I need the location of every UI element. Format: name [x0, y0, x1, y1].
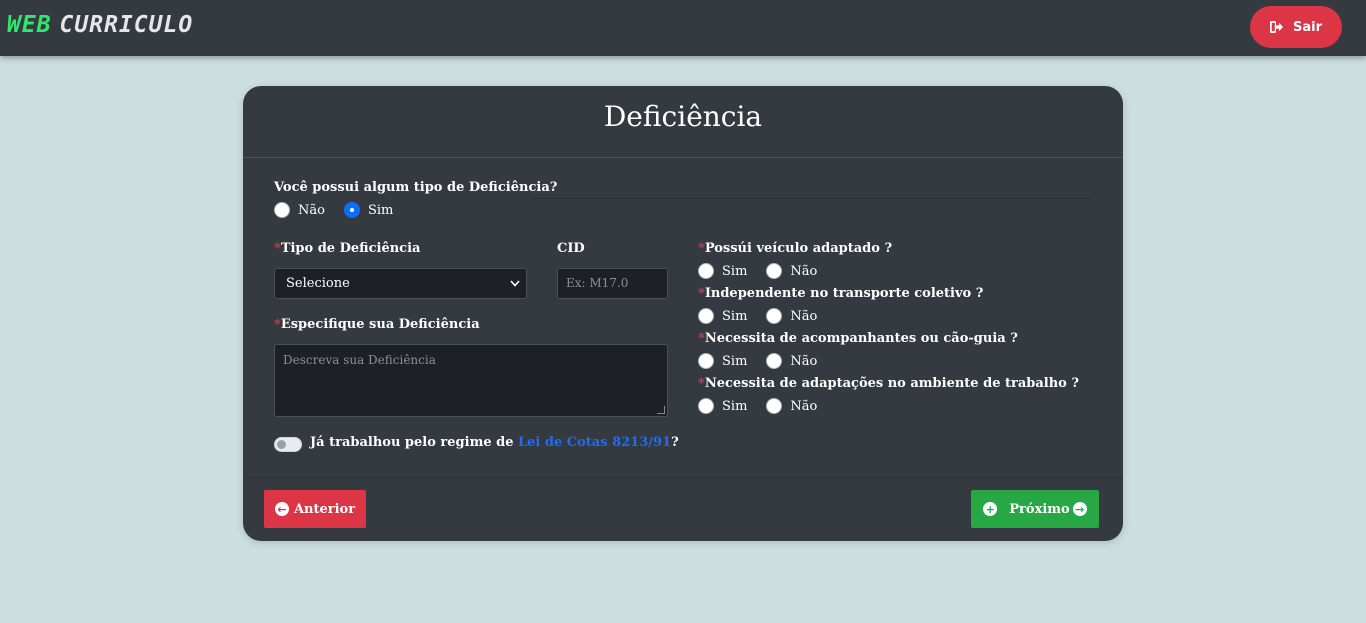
resize-handle[interactable] — [657, 406, 665, 414]
disability-no-radio[interactable] — [274, 202, 290, 218]
cid-input[interactable]: Ex: M17.0 — [557, 268, 668, 299]
especifique-textarea[interactable]: Descreva sua Deficiência — [274, 344, 668, 417]
question-label: Você possui algum tipo de Deficiência? — [274, 180, 558, 195]
previous-button[interactable]: ← Anterior — [264, 490, 366, 528]
veiculo-label-text: Possúi veículo adaptado ? — [704, 241, 893, 256]
footer-divider — [243, 477, 1123, 478]
cid-placeholder: Ex: M17.0 — [566, 276, 629, 290]
veiculo-radio-group: Sim Não — [698, 263, 836, 279]
next-button[interactable]: + Próximo → — [971, 490, 1099, 528]
especifique-placeholder: Descreva sua Deficiência — [283, 353, 436, 367]
disability-radio-group: Não Sim — [274, 202, 412, 218]
adaptacoes-yes-label: Sim — [722, 398, 748, 414]
brand-part1: WEB — [7, 12, 52, 38]
disability-yes-radio[interactable] — [343, 202, 360, 218]
adaptacoes-radio-group: Sim Não — [698, 398, 836, 414]
cid-label: CID — [557, 241, 585, 256]
page-title: Deficiência — [603, 100, 763, 133]
lei-suffix: ? — [671, 435, 679, 450]
header-divider — [243, 157, 1123, 158]
transporte-no-label: Não — [790, 308, 818, 324]
disability-yes-label: Sim — [367, 202, 394, 218]
veiculo-yes-radio[interactable] — [698, 263, 714, 279]
required-mark: * — [274, 241, 281, 256]
especifique-label-text: Especifique sua Deficiência — [280, 317, 480, 332]
lei-prefix: Já trabalhou pelo regime de — [310, 435, 519, 450]
arrow-left-circle-icon: ← — [274, 502, 289, 516]
adaptacoes-no-radio[interactable] — [766, 398, 783, 414]
transporte-yes-radio[interactable] — [698, 308, 714, 324]
adaptacoes-no-label: Não — [790, 398, 818, 414]
acompanhantes-no-label: Não — [790, 353, 818, 369]
especifique-label: *Especifique sua Deficiência — [274, 317, 480, 332]
veiculo-no-radio[interactable] — [766, 263, 783, 279]
sign-out-icon — [1269, 21, 1283, 33]
previous-label: Anterior — [293, 501, 356, 517]
transporte-no-radio[interactable] — [766, 308, 783, 324]
lei-cotas-label: Já trabalhou pelo regime de Lei de Cotas… — [310, 435, 679, 450]
acompanhantes-yes-label: Sim — [722, 353, 748, 369]
arrow-right-circle-icon: → — [1072, 502, 1087, 516]
disability-card: Deficiência Você possui algum tipo de De… — [243, 86, 1123, 541]
transporte-label-text: Independente no transporte coletivo ? — [704, 286, 984, 301]
tipo-label: *Tipo de Deficiência — [274, 241, 420, 256]
required-mark: * — [698, 241, 705, 256]
acompanhantes-radio-group: Sim Não — [698, 353, 836, 369]
question-divider — [530, 198, 1090, 199]
veiculo-yes-label: Sim — [722, 263, 748, 279]
adaptacoes-label: *Necessita de adaptações no ambiente de … — [698, 376, 1079, 391]
tipo-label-text: Tipo de Deficiência — [280, 241, 421, 256]
required-mark: * — [698, 331, 705, 346]
tipo-select-value: Selecione — [286, 276, 350, 291]
transporte-radio-group: Sim Não — [698, 308, 836, 324]
tipo-select[interactable]: Selecione — [274, 268, 527, 299]
brand-logo[interactable]: WEB CURRICULO — [7, 12, 193, 38]
acompanhantes-label: *Necessita de acompanhantes ou cão-guia … — [698, 331, 1018, 346]
required-mark: * — [698, 376, 705, 391]
veiculo-no-label: Não — [790, 263, 818, 279]
chevron-down-icon — [510, 269, 520, 309]
disability-no-label: Não — [298, 202, 325, 218]
logout-label: Sair — [1292, 19, 1322, 35]
toggle-knob — [277, 440, 286, 449]
acompanhantes-no-radio[interactable] — [766, 353, 783, 369]
acompanhantes-label-text: Necessita de acompanhantes ou cão-guia ? — [704, 331, 1018, 346]
adaptacoes-label-text: Necessita de adaptações no ambiente de t… — [704, 376, 1079, 391]
transporte-label: *Independente no transporte coletivo ? — [698, 286, 983, 301]
plus-circle-icon: + — [983, 502, 998, 516]
adaptacoes-yes-radio[interactable] — [698, 398, 714, 414]
required-mark: * — [698, 286, 705, 301]
logout-button[interactable]: Sair — [1250, 6, 1342, 48]
veiculo-label: *Possúi veículo adaptado ? — [698, 241, 892, 256]
transporte-yes-label: Sim — [722, 308, 748, 324]
brand-part2: CURRICULO — [59, 12, 194, 38]
acompanhantes-yes-radio[interactable] — [698, 353, 714, 369]
required-mark: * — [274, 317, 281, 332]
lei-cotas-link[interactable]: Lei de Cotas 8213/91 — [518, 435, 671, 450]
next-label: Próximo — [1009, 501, 1070, 517]
lei-cotas-toggle[interactable] — [274, 437, 302, 452]
navbar: WEB CURRICULO Sair — [0, 0, 1366, 56]
